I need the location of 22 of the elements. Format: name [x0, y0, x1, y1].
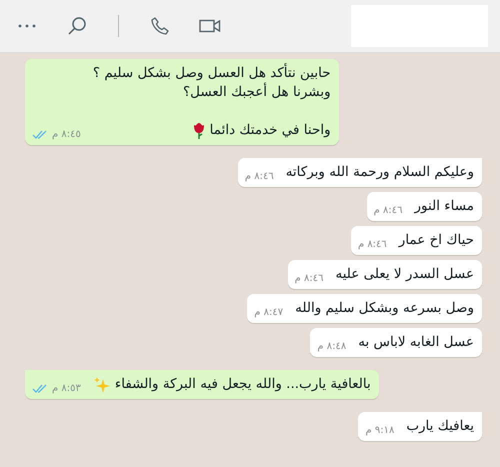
- message-time: ٨:٤٦ م: [294, 273, 324, 284]
- message-time: ٨:٤٦ م: [244, 171, 274, 182]
- message-text: حياك اخ عمار: [398, 231, 474, 250]
- message-text: وعليكم السلام ورحمة الله وبركاته: [286, 163, 474, 182]
- message-time: ٩:١٨ م: [365, 425, 394, 436]
- message-text: مساء النور: [414, 197, 474, 216]
- message-text: يعافيك يارب: [406, 417, 474, 436]
- sparkles-icon: [92, 376, 111, 394]
- message-text: واحنا في خدمتك دائما: [210, 121, 331, 140]
- message-text: عسل الغابه لاباس به: [358, 333, 474, 352]
- message-text: وصل بسرعه وبشكل سليم والله: [295, 299, 474, 318]
- message-time: ٨:٤٧ م: [254, 307, 284, 318]
- message-time: ٨:٤٨ م: [317, 341, 346, 352]
- rose-icon: [192, 122, 206, 140]
- message-time: ٨:٤٦ م: [374, 205, 403, 216]
- message-time: ٨:٥٣ م: [52, 383, 81, 394]
- message-text: بالعافية يارب... والله يجعل فيه البركة والشفاء: [114, 375, 371, 394]
- message-text: حابين نتأكد هل العسل وصل بشكل سليم ؟: [92, 64, 331, 82]
- message-text: وبشرنا هل أعجبك العسل؟: [182, 83, 331, 102]
- message-text: عسل السدر لا يعلى عليه: [335, 265, 474, 284]
- message-time: ٨:٤٥ م: [52, 129, 81, 140]
- message-time: ٨:٤٦ م: [358, 239, 387, 250]
